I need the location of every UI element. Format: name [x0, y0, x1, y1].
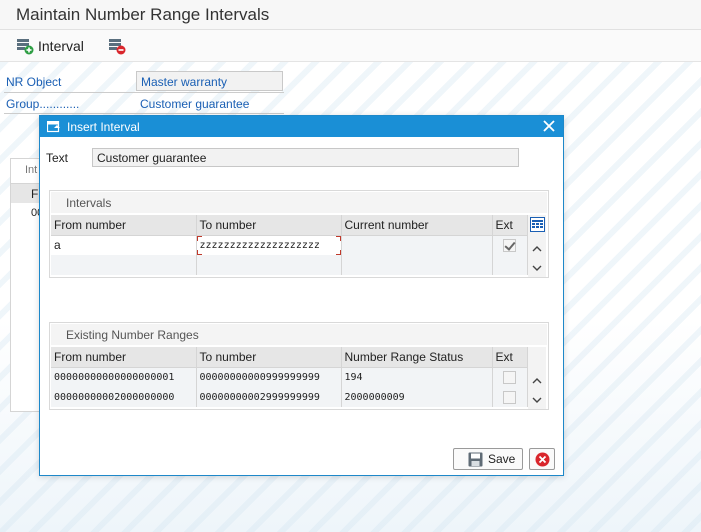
background-tab-fragment: Int: [25, 164, 38, 176]
save-icon: [468, 452, 483, 467]
background-col-fragment: F: [31, 187, 39, 201]
group-label: Group............: [6, 97, 80, 111]
intervals-table: From number To number Current number Ext…: [51, 215, 528, 275]
delete-interval-icon: [108, 37, 126, 55]
cancel-button[interactable]: [529, 448, 555, 470]
focus-corner: [196, 250, 202, 255]
from-number-input[interactable]: a: [51, 235, 197, 255]
intervals-col-ext[interactable]: Ext: [492, 215, 528, 236]
close-icon[interactable]: [541, 118, 557, 134]
scroll-down-icon[interactable]: [532, 394, 542, 404]
title-bar: Maintain Number Range Intervals: [0, 0, 701, 30]
intervals-col-from[interactable]: From number: [51, 215, 197, 236]
current-number-cell: [341, 255, 493, 275]
existing-col-to[interactable]: To number: [196, 347, 342, 368]
table-row: [51, 255, 528, 275]
existing-scrollbar[interactable]: [528, 347, 546, 409]
ext-cell: [492, 255, 528, 275]
scroll-up-icon[interactable]: [532, 375, 542, 385]
table-row: 00000000000000000001 0000000000099999999…: [51, 367, 528, 387]
focus-corner: [335, 250, 340, 255]
page-title: Maintain Number Range Intervals: [16, 5, 270, 24]
from-number-cell[interactable]: [51, 255, 197, 275]
dialog-title: Insert Interval: [67, 119, 140, 134]
intervals-header-row: From number To number Current number Ext: [51, 215, 528, 236]
existing-from-cell: 00000000000000000001: [51, 367, 197, 387]
existing-group-title: Existing Number Ranges: [51, 324, 547, 345]
save-label: Save: [488, 452, 516, 466]
existing-ranges-group: Existing Number Ranges From number To nu…: [49, 322, 549, 410]
existing-to-cell: 00000000002999999999: [196, 387, 342, 407]
intervals-col-to[interactable]: To number: [196, 215, 342, 236]
intervals-col-current[interactable]: Current number: [341, 215, 493, 236]
dialog-icon: [46, 120, 61, 133]
ext-checkbox[interactable]: [503, 239, 516, 253]
table-row: a zzzzzzzzzzzzzzzzzzzz: [51, 235, 528, 255]
existing-col-status[interactable]: Number Range Status: [341, 347, 493, 368]
existing-ext-checkbox: [503, 371, 516, 385]
focus-corner: [196, 235, 202, 241]
existing-ext-cell: [492, 387, 528, 407]
text-field[interactable]: Customer guarantee: [92, 148, 519, 167]
existing-ext-cell: [492, 367, 528, 387]
add-interval-button[interactable]: Interval: [16, 35, 84, 57]
existing-to-cell: 00000000000999999999: [196, 367, 342, 387]
scroll-up-icon[interactable]: [532, 243, 542, 253]
existing-ext-checkbox: [503, 391, 516, 405]
cancel-icon: [535, 452, 550, 467]
toolbar: Interval: [0, 30, 701, 62]
background-header-row: F: [11, 183, 39, 203]
group-value: Customer guarantee: [140, 97, 250, 111]
table-settings-icon[interactable]: [530, 217, 545, 232]
current-number-cell: [341, 235, 493, 255]
ext-cell: [492, 235, 528, 255]
to-number-cell[interactable]: [196, 255, 342, 275]
intervals-scrollbar[interactable]: [528, 215, 546, 277]
scroll-down-icon[interactable]: [532, 262, 542, 272]
existing-col-from[interactable]: From number: [51, 347, 197, 368]
add-interval-icon: [16, 37, 34, 55]
existing-status-cell: 2000000009: [341, 387, 493, 407]
nr-object-label: NR Object: [6, 75, 62, 89]
dialog-header: Insert Interval: [40, 116, 563, 137]
existing-col-ext[interactable]: Ext: [492, 347, 528, 368]
intervals-group: Intervals From number To number Current …: [49, 190, 549, 278]
text-label: Text: [46, 151, 69, 165]
existing-header-row: From number To number Number Range Statu…: [51, 347, 528, 368]
nr-object-value: Master warranty: [136, 71, 283, 91]
existing-status-cell: 194: [341, 367, 493, 387]
to-number-input[interactable]: zzzzzzzzzzzzzzzzzzzz: [196, 235, 342, 255]
insert-interval-dialog: Insert Interval Text Customer guarantee …: [39, 115, 564, 476]
existing-from-cell: 00000000002000000000: [51, 387, 197, 407]
to-number-value: zzzzzzzzzzzzzzzzzzzz: [199, 239, 320, 251]
interval-button-label: Interval: [38, 38, 84, 54]
background-interval-panel: Int F 00: [10, 158, 43, 412]
existing-ranges-table: From number To number Number Range Statu…: [51, 347, 528, 407]
save-button[interactable]: Save: [453, 448, 523, 470]
group-underline: [4, 113, 284, 114]
focus-corner: [335, 235, 340, 241]
intervals-group-title: Intervals: [51, 192, 547, 213]
table-row: 00000000002000000000 0000000000299999999…: [51, 387, 528, 407]
nr-object-underline: [4, 92, 284, 93]
delete-interval-button[interactable]: [108, 35, 126, 57]
